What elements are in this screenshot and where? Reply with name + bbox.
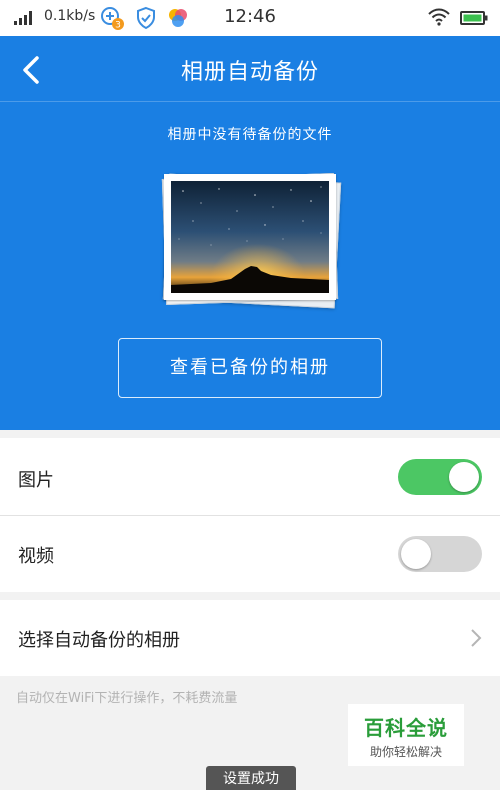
clock: 12:46: [224, 6, 276, 27]
watermark-subtitle: 助你轻松解决: [369, 745, 442, 759]
album-photo-stack: [160, 172, 342, 309]
view-backed-up-albums-button[interactable]: 查看已备份的相册: [118, 338, 382, 398]
videos-backup-toggle[interactable]: [398, 536, 482, 572]
select-backup-album-row[interactable]: 选择自动备份的相册: [0, 600, 500, 676]
wifi-only-hint: 自动仅在WiFi下进行操作，不耗费流量: [16, 691, 238, 706]
chevron-right-icon: [471, 629, 482, 647]
toggle-knob: [401, 539, 431, 569]
toggle-knob: [449, 462, 479, 492]
header-divider: [0, 101, 500, 102]
top-bar: 相册自动备份: [0, 36, 500, 102]
status-bar: 0.1kb/s 3 12:46: [0, 0, 500, 36]
backup-status-text: 相册中没有待备份的文件: [167, 127, 333, 143]
videos-label: 视频: [18, 546, 54, 567]
watermark-title: 百科全说: [364, 716, 448, 740]
page-title: 相册自动备份: [180, 60, 319, 85]
night-sky-image: [171, 181, 329, 293]
photos-label: 图片: [18, 470, 54, 491]
toast-message: 设置成功: [206, 766, 296, 790]
battery-icon: [460, 11, 488, 25]
album-cover-photo: [164, 174, 336, 300]
select-album-label: 选择自动备份的相册: [18, 630, 180, 651]
watermark-logo: 百科全说 助你轻松解决: [348, 704, 464, 766]
photos-backup-toggle[interactable]: [398, 459, 482, 495]
wifi-icon: [428, 8, 450, 26]
photos-backup-row: 图片: [0, 438, 500, 516]
videos-backup-row: 视频: [0, 516, 500, 592]
